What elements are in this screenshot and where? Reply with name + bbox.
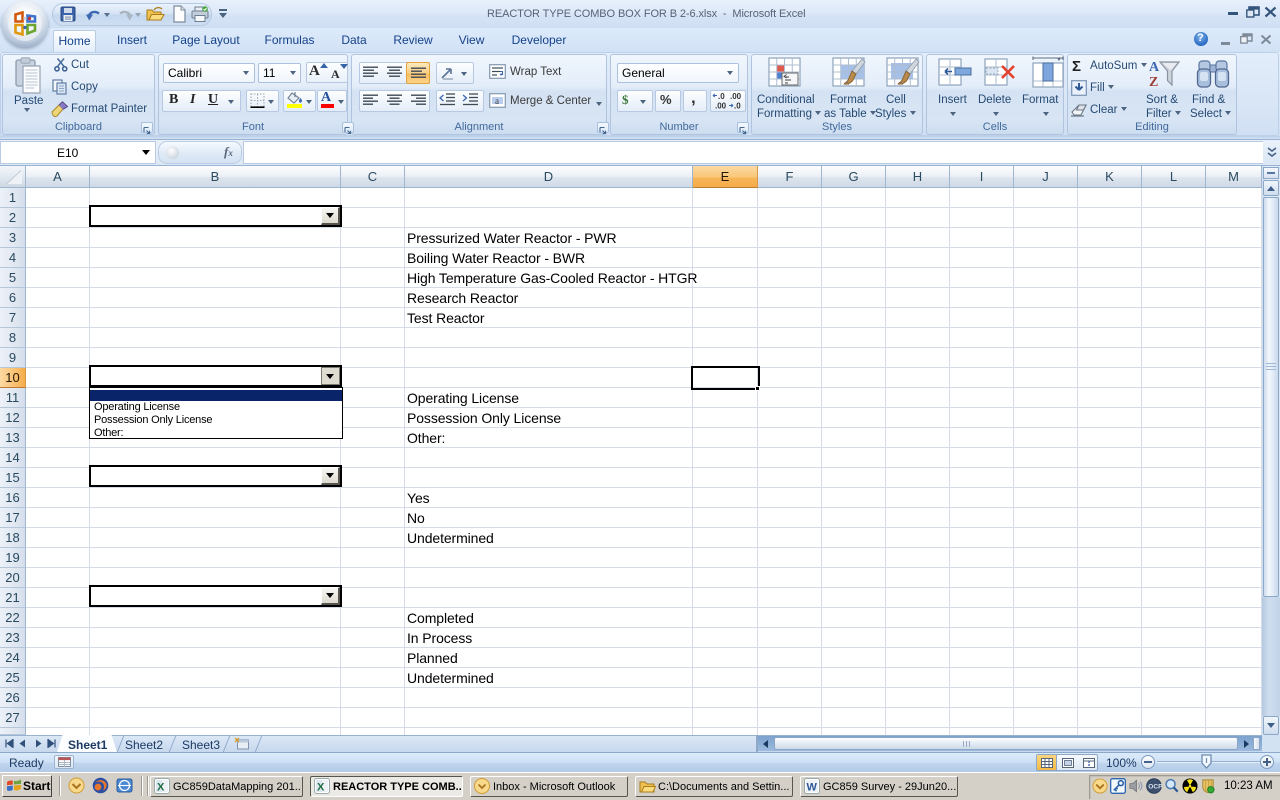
- svg-text:.0: .0: [718, 92, 725, 101]
- svg-text:Z: Z: [1149, 75, 1158, 90]
- svg-text:A: A: [1149, 60, 1160, 75]
- svg-text:.00: .00: [730, 92, 742, 101]
- svg-text:.00: .00: [715, 102, 727, 111]
- svg-text:OCP: OCP: [1148, 784, 1162, 791]
- svg-text:.0: .0: [734, 102, 741, 111]
- svg-text:W: W: [807, 782, 818, 794]
- svg-text:X: X: [157, 782, 165, 794]
- svg-text:a: a: [495, 96, 499, 106]
- svg-text:X: X: [317, 782, 325, 794]
